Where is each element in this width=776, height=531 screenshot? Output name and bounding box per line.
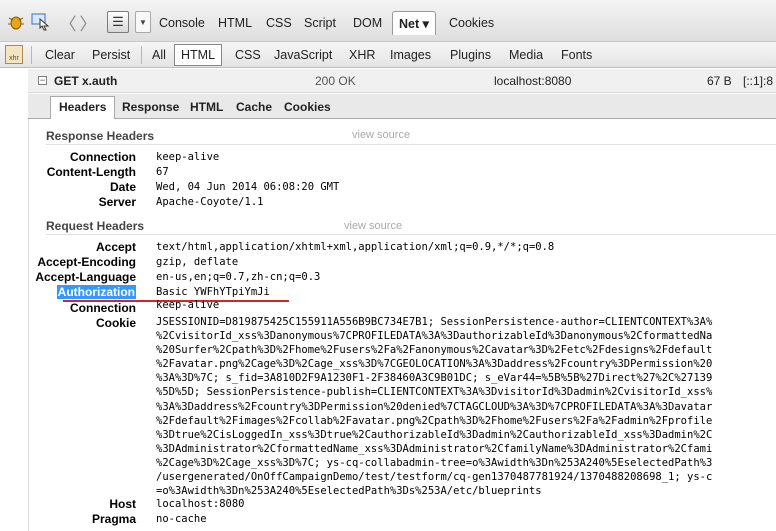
response-view-source-link[interactable]: view source [352, 129, 410, 141]
header-value: localhost:8080 [156, 498, 245, 510]
header-value: no-cache [156, 513, 207, 525]
header-value: keep-alive [156, 299, 220, 311]
header-value: keep-alive [156, 151, 220, 163]
filter-plugins[interactable]: Plugins [450, 46, 491, 65]
cookie-header-value: JSESSIONID=D819875425C155911A556B9BC734E… [156, 315, 776, 498]
cookie-line: %3DAdministrator%2CformattedName_xss%3DA… [156, 442, 713, 455]
request-headers-title: Request Headers [46, 219, 145, 233]
tab-detail-html[interactable]: HTML [190, 100, 223, 114]
header-name: Connection [70, 150, 136, 164]
inspect-element-icon[interactable] [30, 12, 52, 32]
header-name: Accept-Encoding [37, 255, 136, 269]
cookie-line: %2Cage%3D%2Cage_xss%3D%7C; ys-cq-collaba… [156, 456, 713, 469]
request-url[interactable]: GET x.auth [54, 74, 117, 88]
filter-all[interactable]: All [152, 46, 166, 65]
divider [141, 46, 142, 64]
filter-images[interactable]: Images [390, 46, 431, 65]
net-panel-toolbar: xhr Clear Persist All HTML CSS JavaScrip… [0, 42, 776, 68]
header-name: Date [109, 180, 136, 194]
tab-detail-cookies[interactable]: Cookies [284, 100, 331, 114]
divider [46, 234, 776, 235]
header-value: Wed, 04 Jun 2014 06:08:20 GMT [156, 181, 340, 193]
header-name: Content-Length [46, 165, 136, 179]
tab-headers[interactable]: Headers [50, 96, 116, 120]
request-host: localhost:8080 [494, 74, 572, 88]
cookie-line: %5D%5D; SessionPersistence-publish=CLIEN… [156, 386, 713, 399]
request-detail-tabs: Headers Response HTML Cache Cookies [28, 94, 776, 120]
cookie-line: %20Surfer%2Cpath%3D%2Fhome%2Fusers%2Fa%2… [156, 344, 713, 357]
header-value: text/html,application/xhtml+xml,applicat… [156, 241, 555, 253]
filter-html[interactable]: HTML [174, 44, 223, 66]
filter-media[interactable]: Media [509, 46, 543, 65]
request-row[interactable]: − GET x.auth 200 OK localhost:8080 67 B … [28, 69, 776, 93]
cookie-line: %3A%3Daddress%2Fcountry%3DPermission%20d… [156, 400, 713, 413]
authorization-header-name[interactable]: Authorization [56, 285, 136, 299]
xhr-icon: xhr [5, 45, 23, 64]
panel-menu-dropdown-icon[interactable]: ▼ [135, 11, 151, 33]
cookie-line: /usergenerated/OnOffCampaignDemo/test/te… [156, 471, 713, 484]
cookie-line: %2Fdefault%2Fimages%2Fcollab%2Favatar.pn… [156, 414, 713, 427]
tab-response[interactable]: Response [122, 100, 179, 114]
cookie-line: %2CvisitorId_xss%3Danonymous%7CPROFILEDA… [156, 330, 713, 343]
cookie-line: %2Favatar.png%2Cage%3D%2Cage_xss%3D%7CGE… [156, 358, 713, 371]
authorization-header-value: Basic YWFhYTpiYmJi [156, 286, 270, 298]
filter-fonts[interactable]: Fonts [561, 46, 592, 65]
tab-net[interactable]: Net ▾ [392, 11, 436, 35]
request-view-source-link[interactable]: view source [344, 220, 402, 232]
forward-arrow-icon[interactable]: 〉 [80, 12, 97, 34]
divider [46, 144, 776, 145]
header-value: Apache-Coyote/1.1 [156, 196, 264, 208]
divider [31, 46, 32, 64]
filter-xhr[interactable]: XHR [349, 46, 375, 65]
header-name: Connection [70, 301, 136, 315]
cookie-line: JSESSIONID=D819875425C155911A556B9BC734E… [156, 316, 713, 328]
header-value: gzip, deflate [156, 256, 239, 268]
firebug-toolbar: 〈 〉 ☰ ▼ Console HTML CSS Script DOM Net … [0, 0, 776, 42]
request-size: 67 B [707, 74, 732, 88]
tab-cache[interactable]: Cache [236, 100, 272, 114]
header-name: Host [109, 497, 136, 511]
header-name: Accept [95, 240, 136, 254]
header-value: en-us,en;q=0.7,zh-cn;q=0.3 [156, 271, 321, 283]
headers-content: Response Headers view source Connection … [28, 119, 776, 531]
tab-console[interactable]: Console [159, 13, 205, 33]
header-name: Server [98, 195, 136, 209]
request-status: 200 OK [315, 74, 356, 88]
firebug-bug-icon[interactable] [6, 12, 26, 32]
selected-text: Authorization [56, 285, 136, 299]
tab-script[interactable]: Script [304, 13, 336, 33]
tab-dom[interactable]: DOM [353, 13, 382, 33]
cookie-line: =o%3Awidth%3Dn%253A240%5EselectedPath%3D… [156, 485, 542, 498]
request-remote-ip: [::1]:8 [743, 74, 774, 88]
cookie-header-name: Cookie [95, 316, 136, 330]
filter-javascript[interactable]: JavaScript [274, 46, 332, 65]
header-value: 67 [156, 166, 169, 178]
response-headers-title: Response Headers [46, 129, 155, 143]
tab-cookies[interactable]: Cookies [449, 13, 494, 33]
header-name: Accept-Language [35, 270, 136, 284]
persist-button[interactable]: Persist [92, 46, 130, 65]
back-arrow-icon[interactable]: 〈 [60, 12, 77, 34]
cookie-line: %3Dtrue%2CisLoggedIn_xss%3Dtrue%2Cauthor… [156, 428, 713, 441]
tab-css[interactable]: CSS [266, 13, 292, 33]
tab-html[interactable]: HTML [218, 13, 252, 33]
command-line-button[interactable]: ☰ [107, 11, 129, 33]
filter-css[interactable]: CSS [235, 46, 261, 65]
clear-button[interactable]: Clear [45, 46, 75, 65]
collapse-toggle-icon[interactable]: − [38, 76, 47, 85]
cookie-line: %3A%3D%7C; s_fid=3A810D2F9A1230F1-2F3846… [156, 372, 713, 385]
header-name: Pragma [91, 512, 136, 526]
